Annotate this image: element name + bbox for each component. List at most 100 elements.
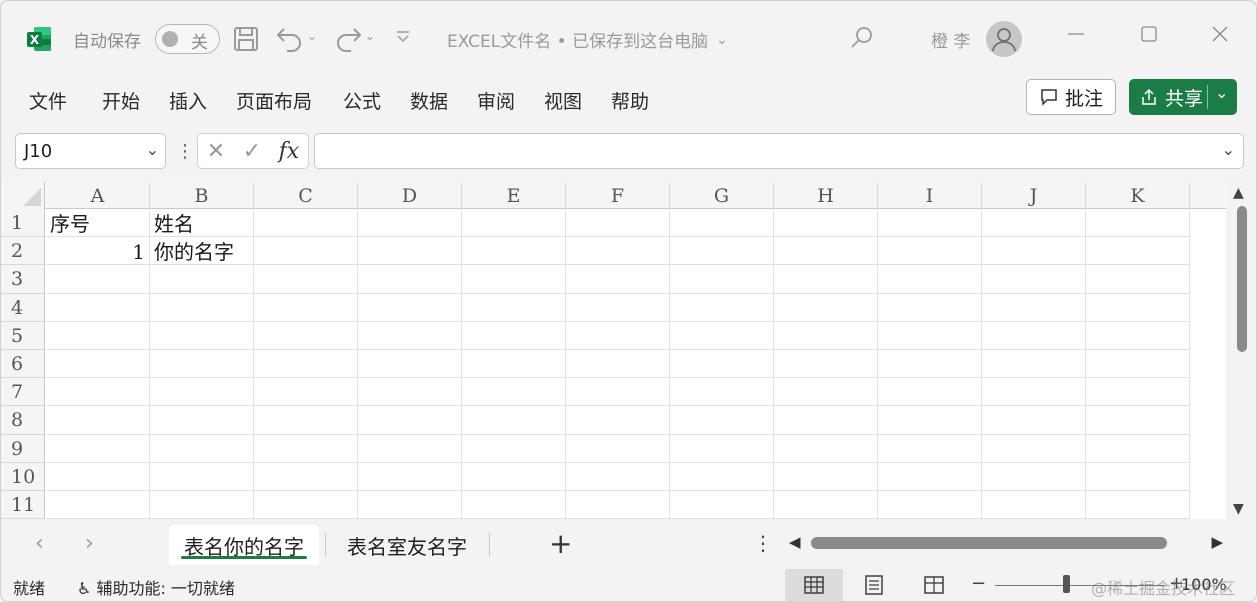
cell-h9[interactable] [774,434,878,463]
column-header-j[interactable]: J [982,182,1086,209]
cell-c3[interactable] [254,265,358,294]
scroll-left-arrow-icon[interactable]: ◀ [789,533,801,551]
cell-a10[interactable] [46,462,150,491]
cell-c1[interactable] [254,209,358,238]
comments-button[interactable]: 批注 [1026,79,1116,115]
row-header-2[interactable]: 2 [1,237,45,266]
cell-j11[interactable] [982,491,1086,519]
cell-g8[interactable] [670,406,774,435]
row-header-6[interactable]: 6 [1,350,45,379]
next-sheet-chevron-icon[interactable]: › [85,531,94,556]
cell-i7[interactable] [878,378,982,407]
cell-g4[interactable] [670,293,774,322]
minimize-button[interactable] [1067,25,1085,43]
cell-c4[interactable] [254,293,358,322]
redo-icon[interactable] [333,23,363,53]
cell-i8[interactable] [878,406,982,435]
cell-b7[interactable] [150,378,254,407]
cell-b6[interactable] [150,350,254,379]
name-box-chevron-down-icon[interactable]: ⌄ [146,140,159,159]
cell-k5[interactable] [1086,321,1190,350]
cell-e10[interactable] [462,462,566,491]
page-layout-view-button[interactable] [845,569,903,601]
customize-toolbar-icon[interactable] [395,29,411,45]
row-header-3[interactable]: 3 [1,265,45,294]
cell-h7[interactable] [774,378,878,407]
maximize-button[interactable] [1140,25,1158,43]
cell-j2[interactable] [982,237,1086,266]
cell-j3[interactable] [982,265,1086,294]
cell-f6[interactable] [566,350,670,379]
cell-a11[interactable] [46,491,150,519]
tab-home[interactable]: 开始 [102,87,140,114]
cell-b2[interactable]: 你的名字 [150,237,254,266]
row-header-10[interactable]: 10 [1,462,45,491]
cell-d11[interactable] [358,491,462,519]
cell-j6[interactable] [982,350,1086,379]
cell-d1[interactable] [358,209,462,238]
cell-d10[interactable] [358,462,462,491]
cell-e5[interactable] [462,321,566,350]
scroll-right-arrow-icon[interactable]: ▶ [1211,533,1223,551]
cell-b9[interactable] [150,434,254,463]
cell-d2[interactable] [358,237,462,266]
row-header-9[interactable]: 9 [1,434,45,463]
page-break-view-button[interactable] [905,569,963,601]
cell-b4[interactable] [150,293,254,322]
cell-f4[interactable] [566,293,670,322]
tab-insert[interactable]: 插入 [169,87,207,114]
cell-h5[interactable] [774,321,878,350]
cell-a1[interactable]: 序号 [46,209,150,238]
cancel-icon[interactable]: ✕ [207,139,225,164]
cell-j4[interactable] [982,293,1086,322]
cell-d5[interactable] [358,321,462,350]
cell-g2[interactable] [670,237,774,266]
cell-j8[interactable] [982,406,1086,435]
cell-f11[interactable] [566,491,670,519]
cell-h10[interactable] [774,462,878,491]
horizontal-scrollbar[interactable]: ◀ ▶ [789,533,1223,551]
column-header-a[interactable]: A [46,182,150,209]
cell-f1[interactable] [566,209,670,238]
scroll-up-arrow-icon[interactable]: ▲ [1233,185,1244,201]
cell-c7[interactable] [254,378,358,407]
cell-g6[interactable] [670,350,774,379]
search-icon[interactable] [849,25,875,51]
cell-c6[interactable] [254,350,358,379]
cell-f9[interactable] [566,434,670,463]
formula-input[interactable]: ⌄ [314,133,1244,169]
column-header-g[interactable]: G [670,182,774,209]
cell-i4[interactable] [878,293,982,322]
cell-k6[interactable] [1086,350,1190,379]
vertical-scrollbar[interactable]: ▲ ▼ [1230,182,1254,519]
cell-a5[interactable] [46,321,150,350]
tab-page-layout[interactable]: 页面布局 [236,87,312,114]
cell-h8[interactable] [774,406,878,435]
cell-h2[interactable] [774,237,878,266]
cell-k8[interactable] [1086,406,1190,435]
tab-view[interactable]: 视图 [544,87,582,114]
cell-d4[interactable] [358,293,462,322]
undo-dropdown-chevron-icon[interactable]: ⌄ [307,29,317,43]
select-all-corner[interactable] [1,182,45,209]
cell-c9[interactable] [254,434,358,463]
row-header-7[interactable]: 7 [1,378,45,407]
cell-i2[interactable] [878,237,982,266]
column-header-k[interactable]: K [1086,182,1190,209]
cell-f7[interactable] [566,378,670,407]
column-header-i[interactable]: I [878,182,982,209]
cell-b5[interactable] [150,321,254,350]
cell-d6[interactable] [358,350,462,379]
cell-c2[interactable] [254,237,358,266]
cell-g9[interactable] [670,434,774,463]
cell-j10[interactable] [982,462,1086,491]
cell-b1[interactable]: 姓名 [150,209,254,238]
cell-i6[interactable] [878,350,982,379]
cell-g1[interactable] [670,209,774,238]
cell-k2[interactable] [1086,237,1190,266]
horizontal-scroll-thumb[interactable] [811,537,1167,549]
cell-f3[interactable] [566,265,670,294]
cell-d9[interactable] [358,434,462,463]
cell-i9[interactable] [878,434,982,463]
cell-e7[interactable] [462,378,566,407]
